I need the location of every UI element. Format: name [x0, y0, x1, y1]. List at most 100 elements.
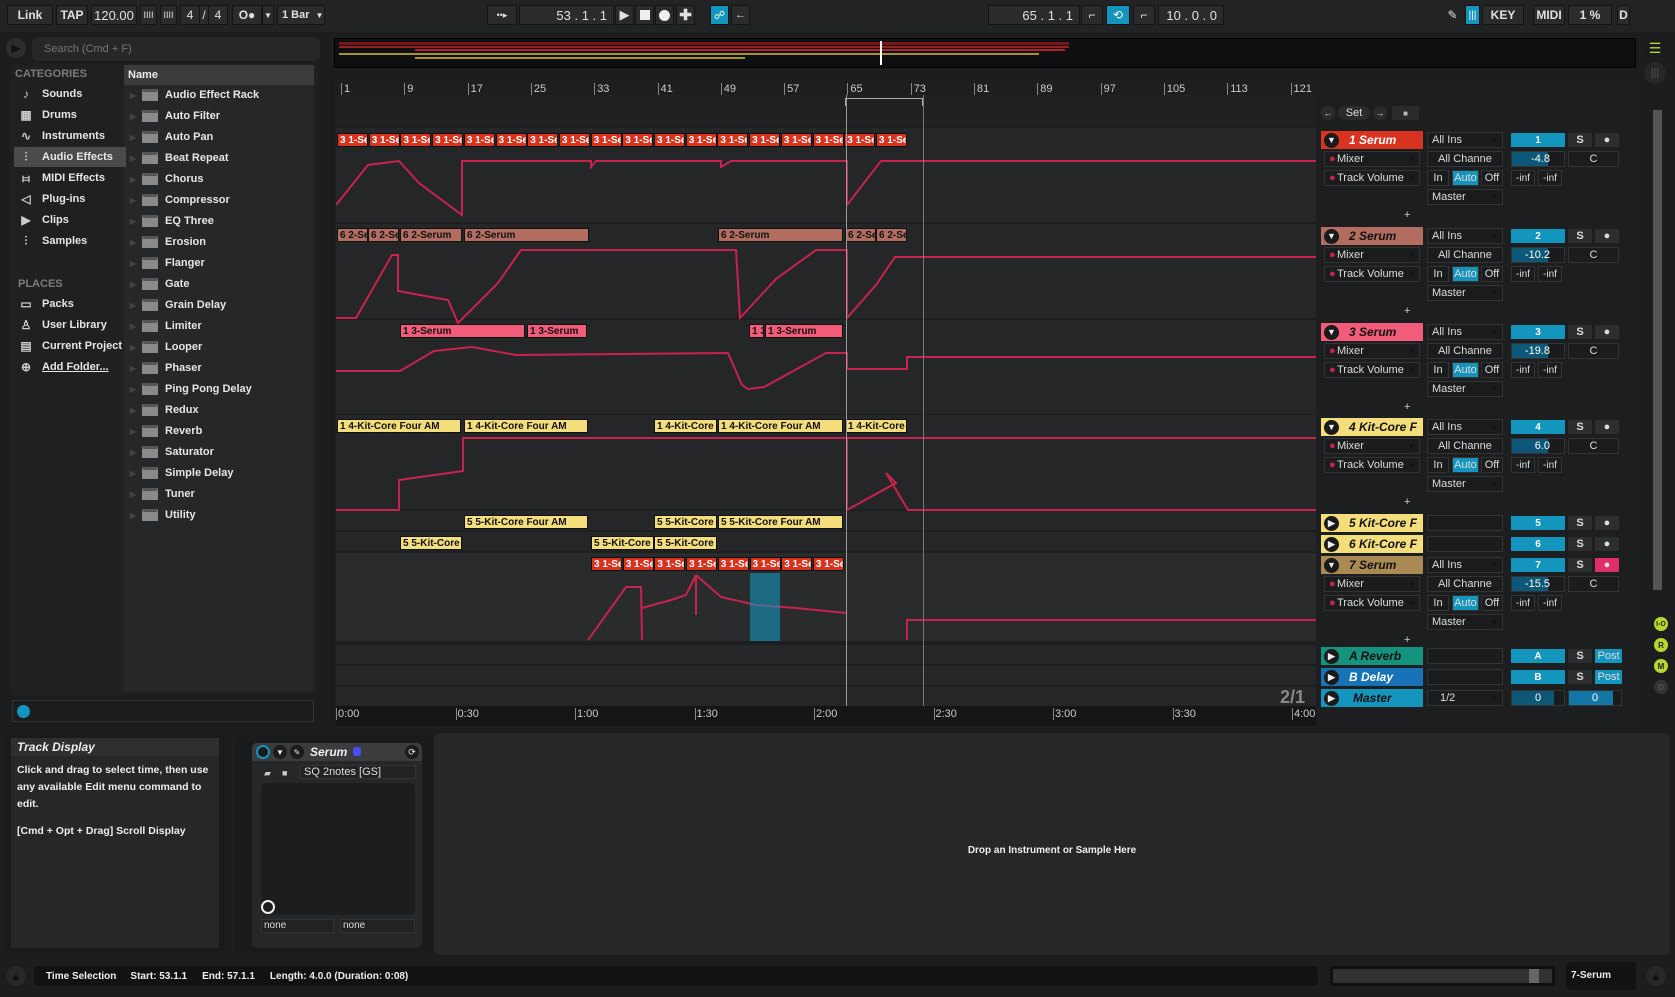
browser-item[interactable]: ▶ Auto Filter: [126, 106, 314, 126]
add-lane-icon[interactable]: +: [1404, 305, 1410, 317]
fold-icon[interactable]: ▼: [1324, 132, 1339, 148]
fold-icon[interactable]: ▼: [273, 745, 287, 759]
expand-icon[interactable]: ▶: [126, 133, 140, 142]
bar-marker[interactable]: 17: [467, 83, 483, 95]
add-lane-icon[interactable]: +: [1404, 634, 1410, 646]
place-user-library[interactable]: ♙ User Library: [14, 315, 126, 335]
expand-icon[interactable]: ▶: [126, 217, 140, 226]
monitor-in-button[interactable]: In: [1427, 170, 1449, 186]
time-marker[interactable]: 3:30: [1172, 708, 1196, 720]
drop-zone[interactable]: Drop an Instrument or Sample Here: [434, 733, 1670, 955]
bar-marker[interactable]: 49: [720, 83, 736, 95]
tempo-nudge-down-icon[interactable]: IIII: [140, 5, 157, 25]
fold-icon[interactable]: ▼: [1324, 419, 1339, 435]
overdub-button[interactable]: ✚: [676, 5, 695, 25]
returns-toggle-button[interactable]: R: [1654, 638, 1668, 652]
monitor-in-button[interactable]: In: [1427, 457, 1449, 473]
expand-icon[interactable]: ▶: [126, 259, 140, 268]
song-position[interactable]: 53 . 1 . 1: [519, 5, 614, 25]
bar-marker[interactable]: 121: [1290, 83, 1312, 95]
computer-midi-keyboard-button[interactable]: |||: [1465, 5, 1480, 25]
input-channel-select[interactable]: All Channe: [1427, 576, 1503, 592]
fold-icon[interactable]: ▼: [1324, 228, 1339, 244]
send-mode-button[interactable]: Post: [1595, 649, 1622, 663]
delay-toggle-button[interactable]: D: [1654, 680, 1668, 694]
place-add-folder[interactable]: ⊕ Add Folder...: [14, 357, 126, 377]
bar-marker[interactable]: 1: [341, 83, 350, 95]
monitor-auto-button[interactable]: Auto: [1452, 266, 1479, 282]
session-view-button[interactable]: |||: [1644, 62, 1666, 84]
midi-map-button[interactable]: MIDI: [1533, 5, 1565, 25]
browser-item[interactable]: ▶ Simple Delay: [126, 463, 314, 483]
browser-item[interactable]: ▶ Flanger: [126, 253, 314, 273]
send-mode-button[interactable]: Post: [1595, 670, 1622, 684]
previous-locator-button[interactable]: ←: [1321, 106, 1335, 120]
expand-icon[interactable]: ▶: [126, 511, 140, 520]
pan-knob[interactable]: C: [1568, 151, 1619, 167]
expand-icon[interactable]: ▶: [126, 490, 140, 499]
track-activator[interactable]: 7: [1511, 558, 1565, 572]
arm-button[interactable]: ●: [1595, 229, 1619, 243]
place-packs[interactable]: ▭ Packs: [14, 294, 126, 314]
input-channel-select[interactable]: All Channe: [1427, 438, 1503, 454]
output-select[interactable]: Master ▼: [1427, 381, 1503, 397]
play-button[interactable]: ▶: [615, 5, 634, 25]
category-samples[interactable]: ⫶ Samples: [14, 231, 126, 251]
automation-arm-button[interactable]: ☍: [710, 5, 729, 25]
automation-device-select[interactable]: ● Mixer ▼: [1324, 247, 1420, 263]
input-channel-select[interactable]: All Channe: [1427, 247, 1503, 263]
track-activator[interactable]: 2: [1511, 229, 1565, 243]
unfold-icon[interactable]: ▶: [1324, 690, 1339, 706]
bar-marker[interactable]: 113: [1227, 83, 1248, 95]
wrench-icon[interactable]: ✎: [290, 745, 304, 759]
track-header-3[interactable]: ▼ 3 Serum: [1321, 323, 1423, 341]
metronome-menu-icon[interactable]: ▼: [262, 5, 274, 25]
automation-device-select[interactable]: ● Mixer ▼: [1324, 576, 1420, 592]
automation-param-select[interactable]: ● Track Volume ▼: [1324, 266, 1420, 282]
arm-button[interactable]: ●: [1595, 537, 1619, 551]
output-select[interactable]: Master ▼: [1427, 285, 1503, 301]
plugin-window-icon[interactable]: ⟳: [405, 745, 419, 759]
volume-slider[interactable]: -10.2: [1511, 247, 1565, 263]
pan-knob[interactable]: C: [1568, 438, 1619, 454]
volume-slider[interactable]: -15.5: [1511, 576, 1565, 592]
fold-icon[interactable]: ▼: [1324, 557, 1339, 573]
browser-item[interactable]: ▶ Beat Repeat: [126, 148, 314, 168]
detail-toggle-icon[interactable]: ▲: [1646, 966, 1666, 986]
signature-denominator[interactable]: 4: [208, 5, 228, 25]
add-lane-icon[interactable]: +: [1404, 401, 1410, 413]
time-marker[interactable]: 0:00: [336, 708, 359, 720]
category-audio-effects[interactable]: ⫶ Audio Effects: [14, 147, 126, 167]
automation-device-select[interactable]: ● Mixer ▼: [1324, 438, 1420, 454]
y-param-select[interactable]: none: [340, 919, 415, 933]
loop-start-field[interactable]: 65 . 1 . 1: [988, 5, 1080, 25]
arrangement-view-button[interactable]: ☰: [1644, 37, 1666, 59]
automation-param-select[interactable]: ● Track Volume ▼: [1324, 170, 1420, 186]
bar-marker[interactable]: 105: [1163, 83, 1185, 95]
search-bar[interactable]: [32, 37, 320, 61]
browser-item[interactable]: ▶ Grain Delay: [126, 295, 314, 315]
x-param-select[interactable]: none: [261, 919, 334, 933]
browser-item[interactable]: ▶ EQ Three: [126, 211, 314, 231]
expand-icon[interactable]: ▶: [126, 385, 140, 394]
column-header-name[interactable]: Name: [124, 65, 314, 85]
solo-button[interactable]: S: [1568, 558, 1592, 572]
expand-icon[interactable]: ▶: [126, 469, 140, 478]
expand-icon[interactable]: ▶: [126, 427, 140, 436]
return-activator[interactable]: B: [1511, 670, 1565, 684]
category-plug-ins[interactable]: ◁ Plug-ins: [14, 189, 126, 209]
expand-icon[interactable]: ▶: [126, 406, 140, 415]
link-button[interactable]: Link: [7, 5, 53, 25]
automation-param-select[interactable]: ● Track Volume ▼: [1324, 457, 1420, 473]
return-input-select[interactable]: [1427, 669, 1503, 685]
browser-item[interactable]: ▶ Audio Effect Rack: [126, 85, 314, 105]
expand-icon[interactable]: ▶: [126, 280, 140, 289]
bar-marker[interactable]: 25: [530, 83, 546, 95]
track-header-4[interactable]: ▼ 4 Kit-Core F: [1321, 418, 1423, 436]
track-header-5[interactable]: ▶ 5 Kit-Core F: [1321, 514, 1423, 532]
mixer-toggle-button[interactable]: M: [1654, 659, 1668, 673]
track-header-6[interactable]: ▶ 6 Kit-Core F: [1321, 535, 1423, 553]
expand-icon[interactable]: ▶: [126, 301, 140, 310]
expand-icon[interactable]: ▶: [126, 196, 140, 205]
expand-icon[interactable]: ▶: [126, 238, 140, 247]
